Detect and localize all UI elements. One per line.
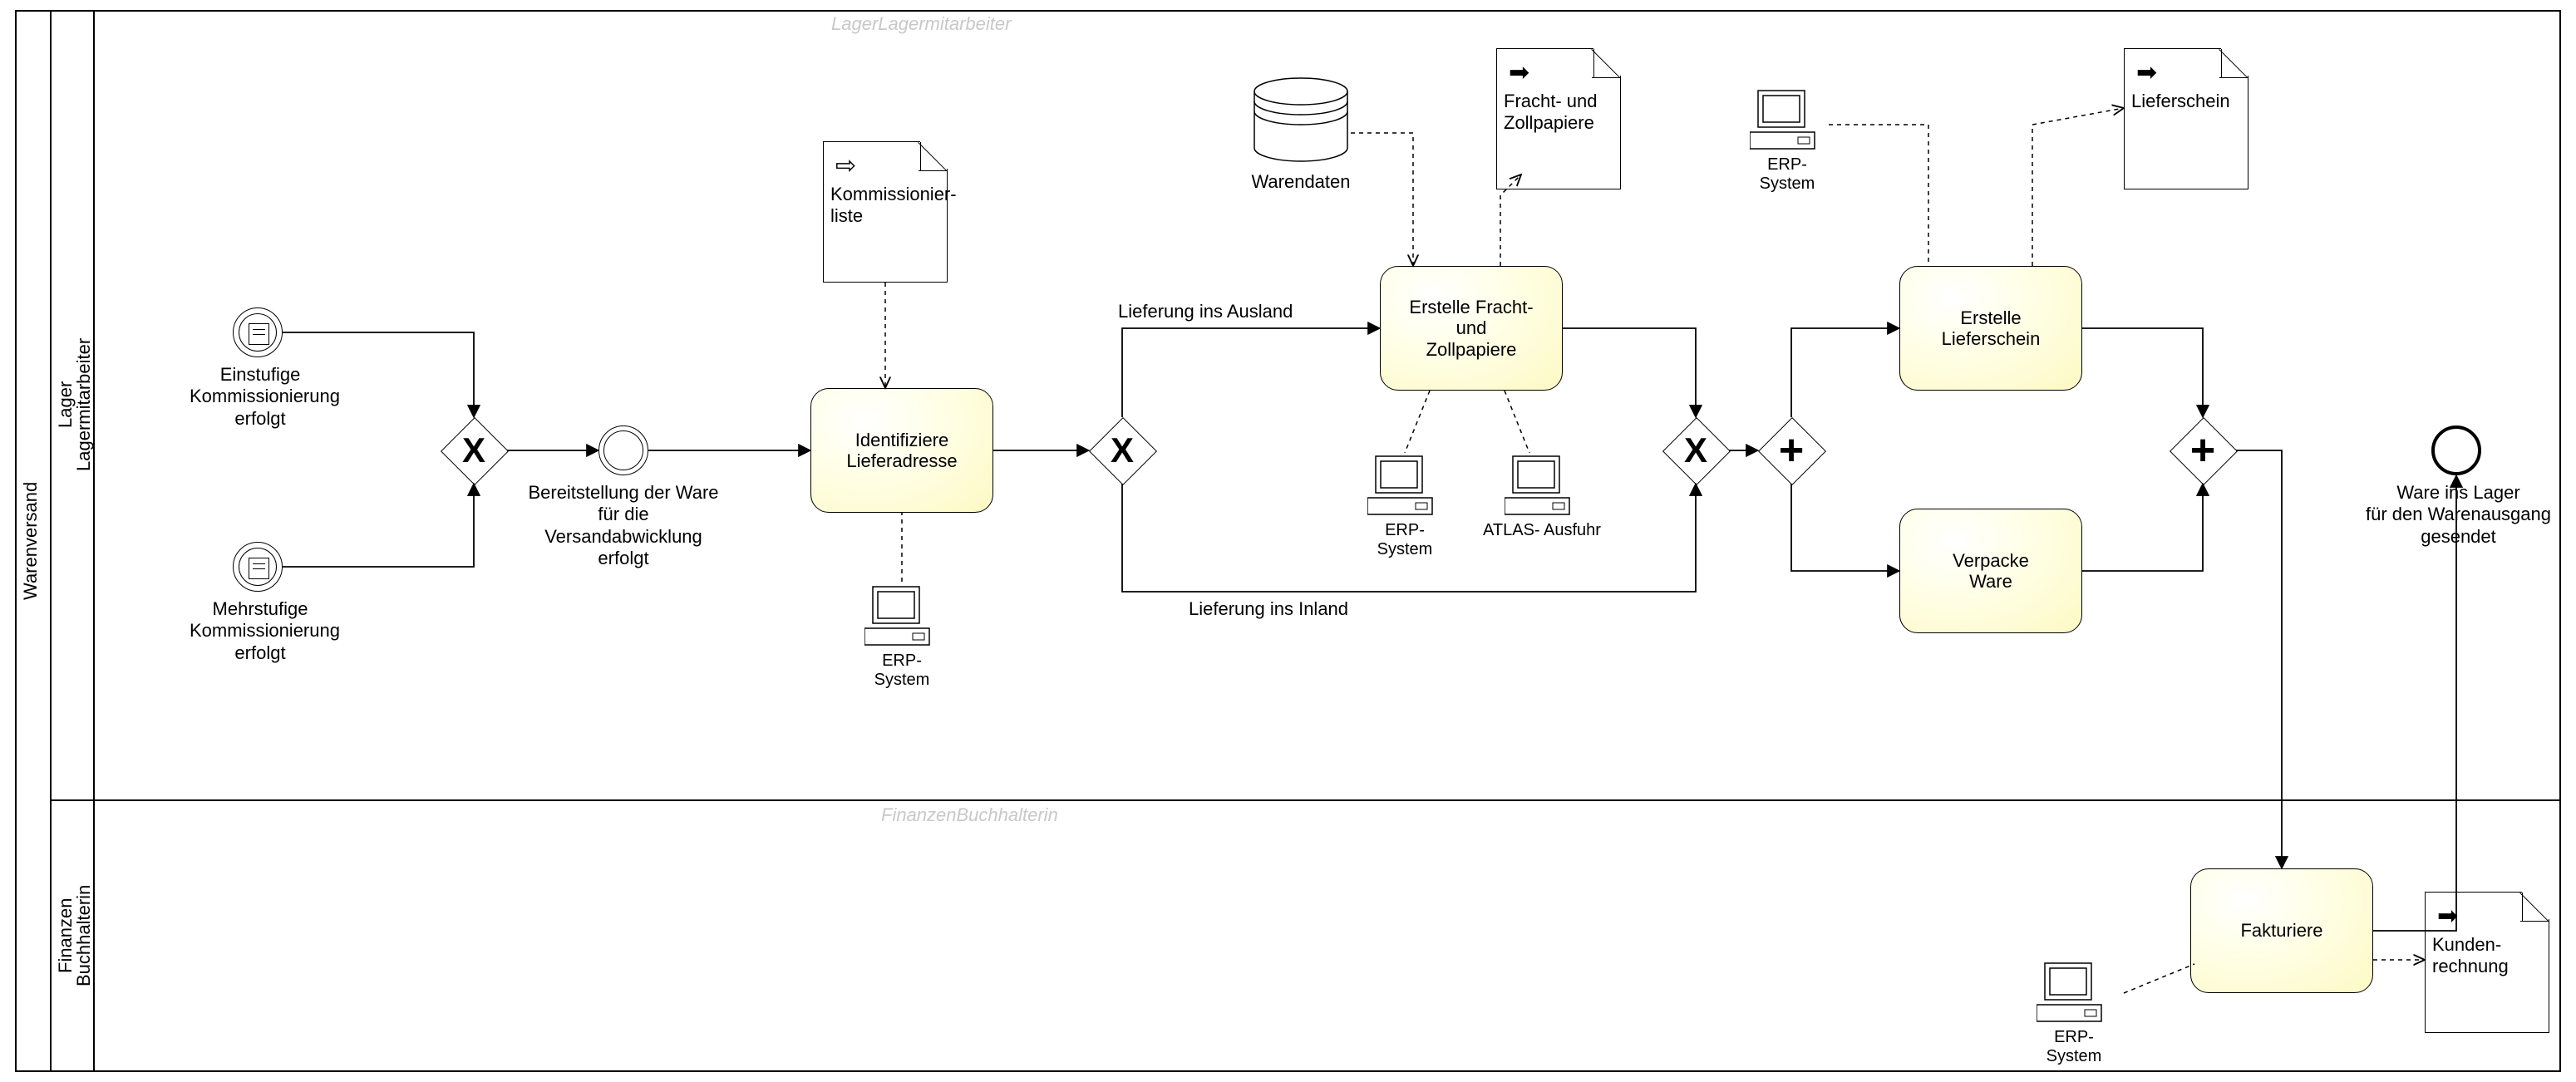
arrow-icon: ➡ [1509, 61, 1529, 86]
gateway-parallel-join [2170, 417, 2236, 484]
lane1-watermark: LagerLagermitarbeiter [831, 13, 1011, 35]
data-kommissionierliste: ⇨ Kommissionier-liste [823, 141, 948, 283]
task-fakturiere: Fakturiere [2190, 868, 2373, 993]
end-event [2431, 425, 2481, 475]
task-erstelle-lieferschein: ErstelleLieferschein [1899, 266, 2082, 391]
pool-label: Warenversand [20, 10, 42, 1072]
data-kundenrechnung: ➡ Kunden-rechnung [2425, 892, 2549, 1033]
data-store-warendaten [1251, 76, 1351, 168]
task-erstelle-fracht-zoll: Erstelle Fracht-undZollpapiere [1380, 266, 1563, 391]
intermediate-label: Bereitstellung der Warefür die Versandab… [520, 482, 727, 570]
lane2-role: Buchhalterin [73, 799, 95, 1072]
label-ausland: Lieferung ins Ausland [1118, 301, 1334, 322]
arrow-icon: ➡ [2437, 904, 2458, 929]
arrow-icon: ➡ [2136, 61, 2157, 86]
erp-system-3: ERP- System [1737, 87, 1837, 194]
intermediate-event [598, 425, 648, 475]
label-inland: Lieferung ins Inland [1189, 598, 1405, 620]
lane2-watermark: FinanzenBuchhalterin [881, 804, 1058, 826]
start-event-mehrstufig [233, 542, 283, 592]
gateway-merge-start [441, 417, 507, 484]
erp-system-2: ERP- System [1355, 453, 1455, 559]
arrow-icon: ⇨ [835, 154, 856, 179]
lane1-role: Lagermitarbeiter [73, 10, 95, 799]
task-verpacke-ware: VerpackeWare [1899, 509, 2082, 633]
erp-system-4: ERP- System [2024, 960, 2124, 1066]
lane-split [50, 799, 2561, 801]
gateway-parallel-split [1758, 417, 1825, 484]
gateway-split-destination [1089, 417, 1155, 484]
bpmn-canvas: Warenversand Lager Lagermitarbeiter Fina… [0, 0, 2576, 1082]
pool-name-sep [50, 10, 52, 1072]
start-event-einstufig [233, 307, 283, 357]
warendaten-label: Warendaten [1251, 171, 1351, 193]
data-fracht-zoll: ➡ Fracht- undZollpapiere [1496, 48, 1621, 189]
task-identifiziere-lieferadresse: IdentifiziereLieferadresse [810, 388, 993, 513]
start2-label: MehrstufigeKommissionierungerfolgt [190, 598, 331, 664]
gateway-merge-destination [1662, 417, 1729, 484]
atlas-system: ATLAS- Ausfuhr [1480, 453, 1604, 540]
start1-label: EinstufigeKommissionierungerfolgt [190, 364, 331, 430]
end-label: Ware ins Lagerfür den Warenausganggesend… [2365, 482, 2552, 548]
data-lieferschein: ➡ Lieferschein [2124, 48, 2248, 189]
erp-system-1: ERP- System [852, 583, 952, 690]
